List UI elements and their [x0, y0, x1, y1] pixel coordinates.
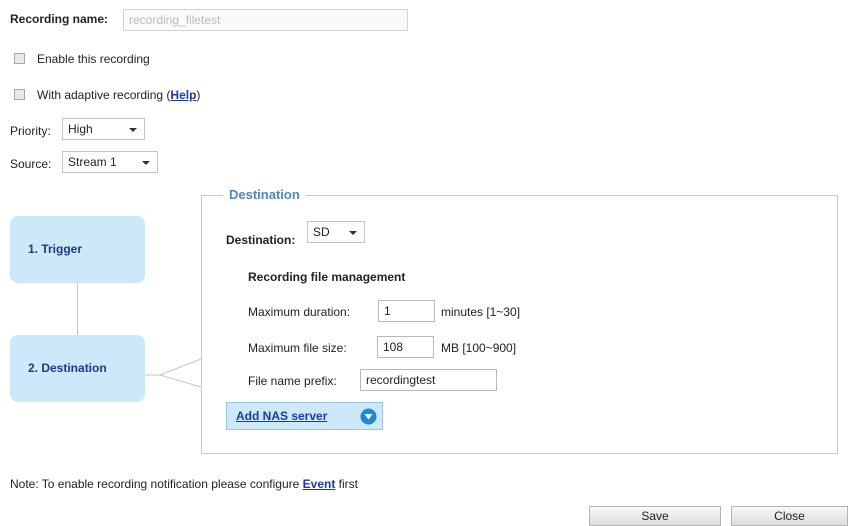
note-text: Note: To enable recording notification p… — [10, 477, 303, 491]
file-prefix-input[interactable] — [360, 369, 497, 391]
file-management-title: Recording file management — [248, 270, 406, 284]
destination-label: Destination: — [226, 233, 296, 247]
recording-name-label: Recording name: — [10, 12, 109, 26]
chevron-down-circle-icon[interactable] — [360, 408, 377, 425]
add-nas-server-link[interactable]: Add NAS server — [236, 409, 327, 423]
add-nas-server-button[interactable]: Add NAS server — [226, 402, 383, 430]
step-trigger[interactable]: 1. Trigger — [10, 216, 145, 283]
priority-selected-value: High — [68, 122, 93, 136]
enable-recording-checkbox[interactable] — [14, 53, 25, 64]
max-file-size-input[interactable] — [377, 336, 434, 358]
step-connector-line — [77, 283, 78, 335]
step-destination[interactable]: 2. Destination — [10, 335, 145, 402]
priority-label: Priority: — [10, 124, 51, 138]
max-duration-label: Maximum duration: — [248, 305, 351, 319]
adaptive-recording-suffix: ) — [196, 88, 201, 102]
enable-recording-label: Enable this recording — [37, 52, 150, 66]
destination-legend: Destination — [223, 187, 306, 202]
max-file-size-label: Maximum file size: — [248, 341, 347, 355]
event-link[interactable]: Event — [303, 477, 336, 491]
close-button[interactable]: Close — [731, 506, 848, 526]
adaptive-recording-text: With adaptive recording ( — [37, 88, 171, 102]
destination-select[interactable]: SD — [307, 221, 365, 243]
source-select[interactable]: Stream 1 — [62, 151, 158, 173]
chevron-down-icon — [349, 231, 357, 235]
file-prefix-label: File name prefix: — [248, 374, 337, 388]
priority-select[interactable]: High — [62, 118, 145, 140]
chevron-down-icon — [129, 128, 137, 132]
save-button[interactable]: Save — [589, 506, 721, 526]
adaptive-recording-label: With adaptive recording (Help) — [37, 88, 200, 102]
max-file-size-unit: MB [100~900] — [441, 341, 517, 355]
source-label: Source: — [10, 157, 52, 171]
source-selected-value: Stream 1 — [68, 155, 117, 169]
max-duration-unit: minutes [1~30] — [441, 305, 521, 319]
destination-selected-value: SD — [313, 225, 330, 239]
help-link[interactable]: Help — [170, 88, 196, 102]
recording-note: Note: To enable recording notification p… — [10, 477, 358, 491]
step-pointer-lines — [145, 358, 202, 388]
note-suffix: first — [335, 477, 358, 491]
chevron-down-icon — [142, 161, 150, 165]
max-duration-input[interactable] — [378, 300, 435, 322]
recording-name-input[interactable] — [123, 9, 408, 31]
adaptive-recording-checkbox[interactable] — [14, 89, 25, 100]
